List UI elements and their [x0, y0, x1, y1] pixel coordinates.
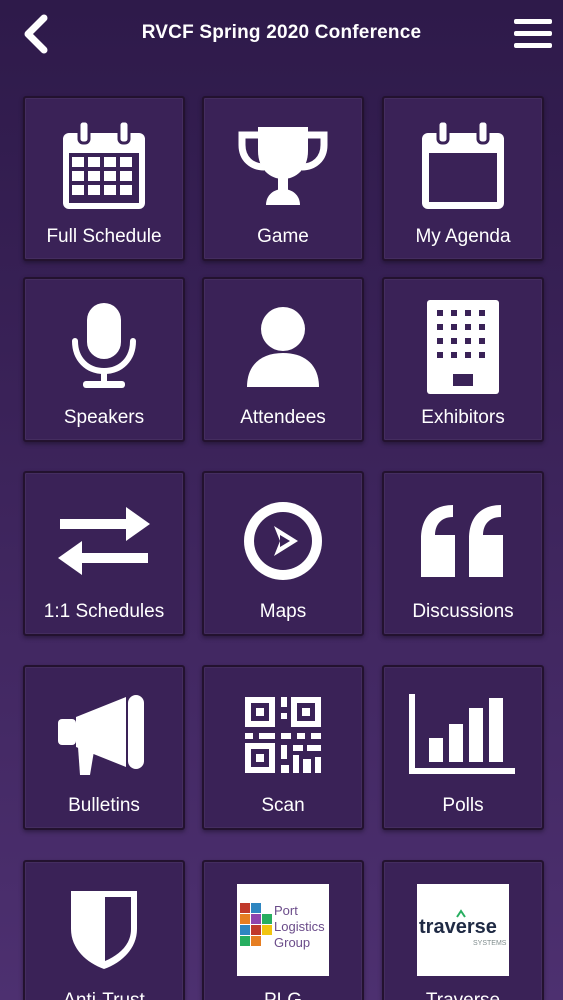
tile-label: Speakers [63, 407, 145, 428]
tile-polls[interactable]: Polls [382, 665, 544, 830]
shield-icon [71, 891, 137, 969]
tile-label: Exhibitors [421, 407, 505, 428]
tile-label: Traverse [384, 990, 542, 1000]
tile-speakers[interactable]: Speakers [23, 277, 185, 442]
tile-my-agenda[interactable]: My Agenda [382, 96, 544, 261]
tile-label: Anti-Trust [25, 990, 183, 1000]
qr-code-icon [245, 697, 321, 773]
tile-label: Attendees [240, 407, 326, 428]
tile-label: Game [257, 226, 309, 247]
svg-text:SYSTEMS: SYSTEMS [473, 940, 507, 947]
tile-label: Maps [259, 601, 307, 622]
tile-attendees[interactable]: Attendees [202, 277, 364, 442]
quote-icon [421, 505, 503, 577]
port-logistics-logo: Port Logistics Group [237, 884, 329, 976]
swap-arrows-icon [58, 507, 150, 575]
tile-label: Polls [442, 795, 484, 816]
trophy-icon [238, 127, 328, 205]
tile-label: Full Schedule [46, 226, 162, 247]
tile-label: My Agenda [415, 226, 511, 247]
tile-plg[interactable]: Port Logistics Group PLG [202, 860, 364, 1000]
person-icon [247, 307, 319, 387]
microphone-icon [72, 303, 136, 388]
svg-text:Group: Group [274, 935, 310, 950]
calendar-icon [422, 119, 504, 209]
megaphone-icon [58, 695, 144, 775]
tile-discussions[interactable]: Discussions [382, 471, 544, 636]
svg-text:traverse: traverse [419, 916, 497, 938]
feature-grid: Full Schedule Game My Agenda Speakers At… [0, 0, 563, 1000]
tile-one-on-one-schedules[interactable]: 1:1 Schedules [23, 471, 185, 636]
tile-label: Discussions [412, 601, 514, 622]
tile-game[interactable]: Game [202, 96, 364, 261]
tile-exhibitors[interactable]: Exhibitors [382, 277, 544, 442]
tile-label: Scan [261, 795, 305, 816]
tile-bulletins[interactable]: Bulletins [23, 665, 185, 830]
tile-full-schedule[interactable]: Full Schedule [23, 96, 185, 261]
traverse-logo: traverse SYSTEMS [417, 884, 509, 976]
svg-text:Logistics: Logistics [274, 919, 325, 934]
svg-text:Port: Port [274, 903, 298, 918]
compass-icon [244, 502, 322, 580]
building-icon [427, 300, 499, 394]
tile-scan[interactable]: Scan [202, 665, 364, 830]
calendar-grid-icon [63, 119, 145, 209]
tile-label: Bulletins [68, 795, 140, 816]
bar-chart-icon [409, 694, 515, 774]
tile-label: 1:1 Schedules [43, 601, 165, 622]
tile-anti-trust[interactable]: Anti-Trust [23, 860, 185, 1000]
tile-maps[interactable]: Maps [202, 471, 364, 636]
tile-label: PLG [204, 990, 362, 1000]
tile-traverse[interactable]: traverse SYSTEMS Traverse [382, 860, 544, 1000]
